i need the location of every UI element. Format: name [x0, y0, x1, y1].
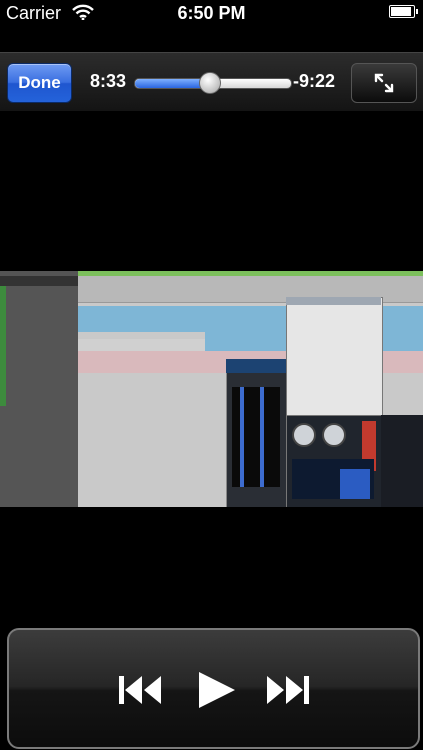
video-bounce-dialog — [286, 297, 383, 417]
play-icon[interactable] — [195, 670, 239, 710]
video-mixer-panel — [0, 271, 78, 507]
progress-thumb[interactable] — [198, 72, 221, 94]
skip-forward-icon[interactable] — [265, 670, 311, 710]
status-bar: Carrier 6:50 PM — [0, 0, 423, 27]
transport-controls — [7, 628, 420, 749]
fullscreen-button[interactable] — [351, 63, 417, 103]
elapsed-time: 8:33 — [90, 71, 127, 91]
skip-back-icon[interactable] — [117, 670, 163, 710]
expand-arrows-icon — [374, 73, 394, 93]
battery-icon — [389, 5, 418, 18]
video-controls-bar: Done 8:33 -9:22 — [0, 52, 423, 112]
status-time: 6:50 PM — [177, 3, 246, 23]
remaining-time: -9:22 — [293, 71, 336, 91]
done-button[interactable]: Done — [7, 63, 72, 103]
video-frame[interactable] — [0, 271, 423, 507]
